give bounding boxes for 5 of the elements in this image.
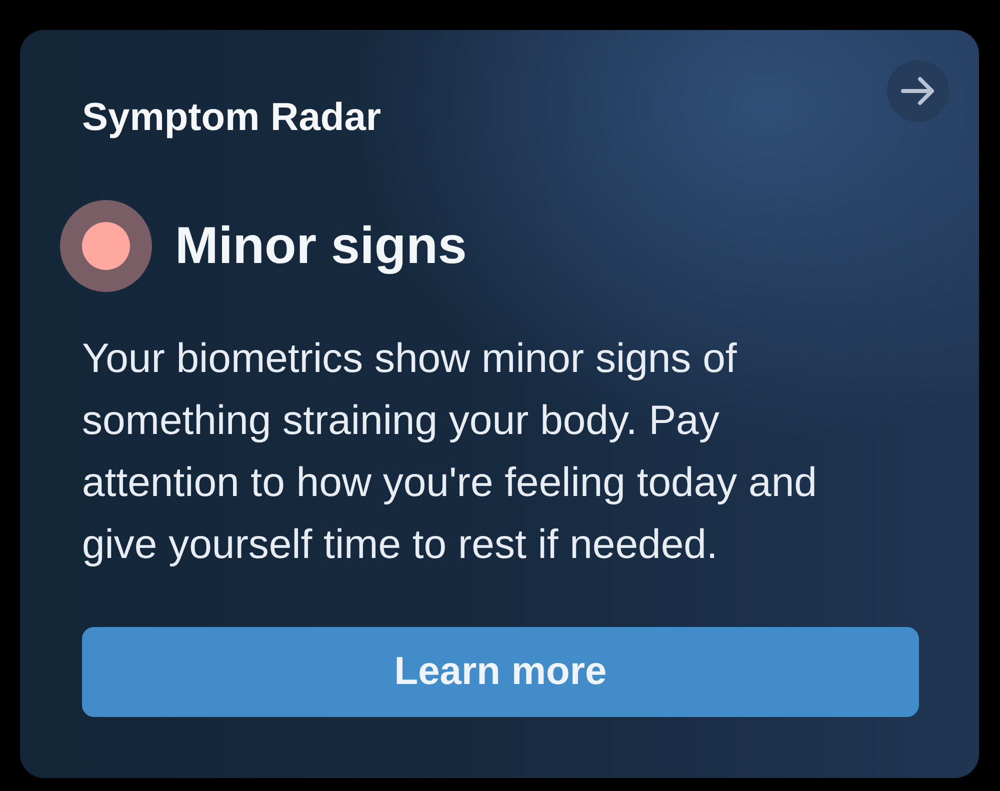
card-title: Symptom Radar (82, 96, 382, 140)
learn-more-button[interactable]: Learn more (82, 627, 919, 717)
status-label: Minor signs (175, 216, 467, 277)
arrow-right-icon[interactable] (887, 60, 949, 122)
description-text: Your biometrics show minor signs of something straining your body. Pay attention to how you're feeling today and give yourself time to rest if needed. (82, 334, 818, 569)
